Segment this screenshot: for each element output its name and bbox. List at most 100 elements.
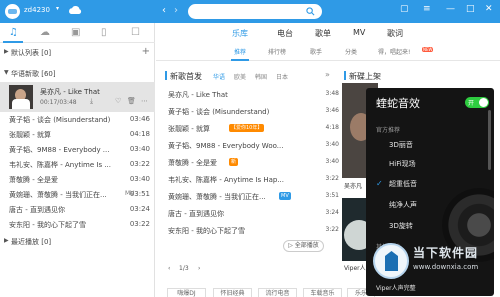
filter-korean[interactable]: 韩国	[255, 72, 267, 81]
song-duration: 3:22	[325, 175, 339, 182]
song-name: 韦礼安、陈嘉桦 - Anytime Is Hap...	[168, 176, 284, 184]
mobile-icon[interactable]: ▯	[101, 27, 107, 38]
group-recent[interactable]: ▶ 最近播放 [0]	[0, 234, 155, 249]
cloud-icon[interactable]: ☁	[40, 27, 50, 38]
list-item[interactable]: 黄子韬 - 谈会 (Misunderstand) 03:46	[0, 112, 155, 127]
song-name: 黄子韬、9M88 - Everybody Woo...	[168, 142, 284, 150]
genre-chip[interactable]: 怀旧经典	[213, 288, 252, 297]
tab-karaoke[interactable]: 得，唱起来!	[378, 47, 410, 56]
list-item[interactable]: 韦礼安、陈嘉桦 - Anytime Is ... 03:22	[0, 157, 155, 172]
song-duration: 03:51	[129, 190, 150, 198]
table-row[interactable]: 黄子韬 - 谈会 (Misunderstand) 3:46	[163, 104, 339, 119]
group-default-list[interactable]: ▶ 默认列表 [0] +	[0, 45, 155, 60]
device-icon[interactable]: ▣	[71, 27, 80, 38]
group-hua-yu[interactable]: ▼ 华语新歌 [60]	[0, 66, 155, 81]
tab-lyrics[interactable]: 歌词	[387, 28, 403, 39]
close-button[interactable]: ✕	[485, 4, 493, 14]
song-duration: 3:40	[325, 141, 339, 148]
table-row[interactable]: 黄婉珊、萧敬腾 - 当我们正在... MV 3:51	[163, 189, 339, 204]
username[interactable]: zd4230	[24, 6, 50, 14]
effect-name: Viper人声完整	[376, 285, 416, 292]
table-row[interactable]: 吴亦凡 - Like That 3:48	[163, 87, 339, 102]
tab-singers[interactable]: 歌手	[310, 47, 322, 56]
sidebar-tabs: ♫ ☁ ▣ ▯ ☐	[0, 23, 155, 43]
list-item[interactable]: 黄婉珊、萧敬腾 - 当我们正在... MV 03:51	[0, 187, 155, 202]
genre-chip[interactable]: 嗨爆DJ	[167, 288, 206, 297]
table-row[interactable]: 萧敬腾 - 全是爱 新 3:40	[163, 155, 339, 170]
new-badge: NEW	[422, 47, 434, 52]
maximize-button[interactable]: □	[466, 4, 475, 14]
more-arrow-icon[interactable]: »	[325, 70, 330, 79]
table-row[interactable]: 黄子韬、9M88 - Everybody Woo... 3:40	[163, 138, 339, 153]
song-name: 黄子韬、9M88 - Everybody ...	[9, 146, 110, 154]
song-duration: 03:46	[129, 115, 150, 123]
list-item[interactable]: 张靓颖 - 就算 04:18	[0, 127, 155, 142]
play-all-button[interactable]: ▷ 全部播放	[283, 240, 324, 252]
user-avatar[interactable]	[5, 4, 20, 19]
group-label: 华语新歌 [60]	[11, 70, 56, 78]
prev-page-button[interactable]: ‹	[168, 265, 170, 272]
tab-charts[interactable]: 排行榜	[268, 47, 286, 56]
search-icon[interactable]	[306, 7, 315, 16]
phone-icon[interactable]: ☐	[131, 27, 140, 38]
tab-playlist[interactable]: 歌单	[315, 28, 331, 39]
delete-icon[interactable]: 🗑	[127, 97, 136, 105]
song-duration: 03:40	[129, 145, 150, 153]
search-input[interactable]	[188, 4, 322, 19]
effects-toggle[interactable]: 开	[465, 97, 489, 108]
song-duration: 3:22	[325, 226, 339, 233]
mv-badge[interactable]: MV	[279, 192, 291, 200]
table-row[interactable]: 唐古 - 直到遇见你 3:24	[163, 206, 339, 221]
song-duration: 3:40	[325, 158, 339, 165]
album-cover	[9, 85, 33, 109]
option-label: HiFi现场	[389, 160, 416, 168]
tab-recommend[interactable]: 推荐	[234, 47, 246, 56]
menu-icon[interactable]: ≡	[423, 4, 431, 14]
watermark-logo-icon	[373, 243, 409, 279]
song-duration: 3:24	[325, 209, 339, 216]
section-marker	[344, 71, 346, 80]
song-duration: 04:18	[129, 130, 150, 138]
list-item[interactable]: 唐古 - 直到遇见你 03:24	[0, 202, 155, 217]
cloud-icon[interactable]	[68, 4, 82, 18]
heart-icon[interactable]: ♡	[115, 97, 121, 105]
skin-icon[interactable]: ▢	[400, 4, 409, 14]
forward-icon[interactable]: ›	[174, 5, 178, 16]
table-row[interactable]: 张靓颖 - 就算 【爱你10年】 4:18	[163, 121, 339, 136]
song-name: 黄子韬 - 谈会 (Misunderstand)	[9, 116, 111, 124]
filter-japanese[interactable]: 日本	[276, 72, 288, 81]
tab-radio[interactable]: 电台	[277, 28, 293, 39]
minimize-button[interactable]: —	[446, 4, 455, 14]
list-item[interactable]: 安东阳 - 我的心下起了雪 03:22	[0, 217, 155, 232]
option-label: 3D丽音	[389, 141, 413, 149]
tab-mv[interactable]: MV	[353, 28, 365, 37]
genre-chip[interactable]: 流行电音	[258, 288, 297, 297]
song-name: 唐古 - 直到遇见你	[9, 206, 65, 214]
list-item[interactable]: 萧敬腾 - 全是爱 03:40	[0, 172, 155, 187]
music-note-icon[interactable]: ♫	[9, 27, 18, 38]
genre-chip[interactable]: 车载音乐	[303, 288, 342, 297]
scrollbar[interactable]	[488, 110, 491, 170]
tab-music-library[interactable]: 乐库	[232, 28, 248, 39]
tag-badge: 新	[229, 158, 239, 166]
list-item[interactable]: 黄子韬、9M88 - Everybody ... 03:40	[0, 142, 155, 157]
filter-chinese[interactable]: 华语	[213, 72, 225, 81]
tab-categories[interactable]: 分类	[345, 47, 357, 56]
download-icon[interactable]: ⤓	[90, 97, 93, 106]
add-icon[interactable]: +	[142, 46, 150, 57]
now-playing-item[interactable]: 吴亦凡 - Like That 00:17/03:48 ⤓ ♡ 🗑 ⋯	[0, 82, 155, 112]
next-page-button[interactable]: ›	[198, 265, 200, 272]
song-duration: 4:18	[325, 124, 339, 131]
song-name: 萧敬腾 - 全是爱	[168, 159, 217, 167]
user-dropdown-icon[interactable]: ▾	[56, 5, 59, 12]
more-icon[interactable]: ⋯	[141, 97, 148, 105]
table-row[interactable]: 安东阳 - 我的心下起了雪 3:22	[163, 223, 339, 238]
section-marker	[165, 71, 167, 80]
song-duration: 03:22	[129, 160, 150, 168]
filter-western[interactable]: 欧美	[234, 72, 246, 81]
divider	[156, 60, 500, 61]
table-row[interactable]: 韦礼安、陈嘉桦 - Anytime Is Hap... 3:22	[163, 172, 339, 187]
song-name: 吴亦凡 - Like That	[168, 91, 228, 99]
option-label: 超重低音	[389, 180, 417, 188]
back-icon[interactable]: ‹	[162, 5, 166, 16]
